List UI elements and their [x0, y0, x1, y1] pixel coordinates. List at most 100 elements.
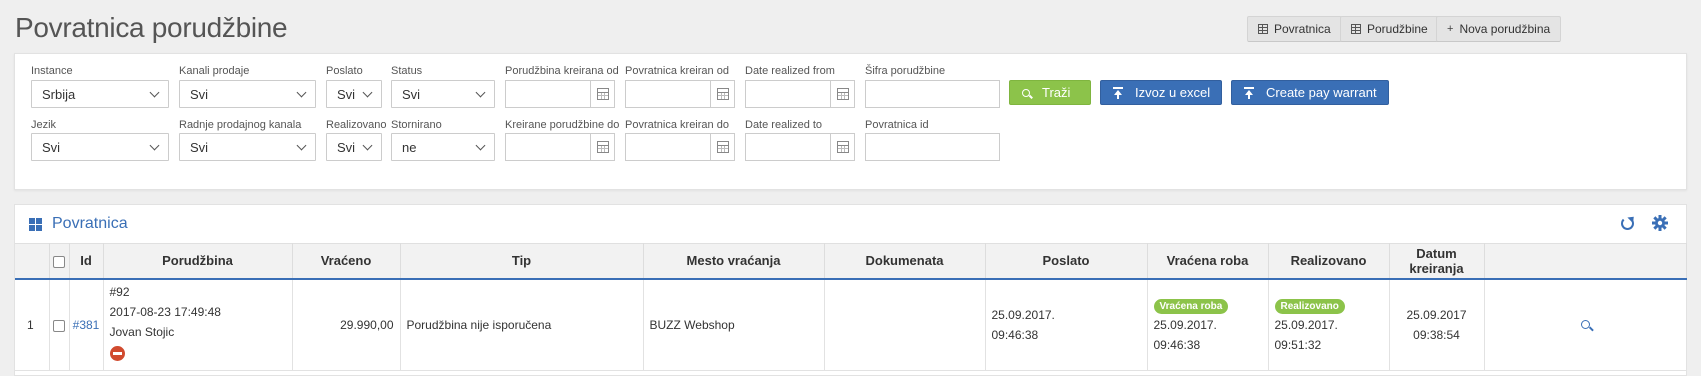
- stornirano-select[interactable]: ne: [391, 133, 495, 161]
- row-vracena-roba: Vraćena roba 25.09.2017. 09:46:38: [1147, 278, 1269, 371]
- date-realized-to-input[interactable]: [745, 133, 855, 161]
- cancel-icon[interactable]: [109, 346, 125, 362]
- stornirano-value: ne: [402, 139, 417, 155]
- calendar-icon: [596, 141, 609, 153]
- datum-time: 09:38:54: [1413, 327, 1460, 342]
- stornirano-label: Stornirano: [391, 119, 442, 131]
- header-vracena-roba[interactable]: Vraćena roba: [1147, 243, 1269, 280]
- radnje-select[interactable]: Svi: [179, 133, 316, 161]
- header-poslato[interactable]: Poslato: [985, 243, 1148, 280]
- datum-date: 25.09.2017: [1406, 307, 1467, 322]
- povratnica-button[interactable]: Povratnica: [1247, 16, 1342, 42]
- row-vraceno: 29.990,00: [292, 278, 401, 371]
- kreirane-do-input[interactable]: [505, 133, 615, 161]
- calendar-button[interactable]: [710, 81, 734, 107]
- header-mesto[interactable]: Mesto vraćanja: [643, 243, 825, 280]
- povratnica-table: Id Porudžbina Vraćeno Tip Mesto vraćanja…: [15, 243, 1687, 371]
- select-all-checkbox[interactable]: [53, 255, 65, 268]
- calendar-button[interactable]: [590, 81, 614, 107]
- porudzbina-kreirana-od-input[interactable]: [505, 80, 615, 108]
- header-id[interactable]: Id: [69, 243, 104, 280]
- date-realized-from-label: Date realized from: [745, 65, 835, 77]
- row-tip: Porudžbina nije isporučena: [400, 278, 644, 371]
- realizovano-value: Svi: [337, 139, 356, 155]
- chevron-down-icon: [362, 87, 373, 97]
- nova-porudzbina-button[interactable]: + Nova porudžbina: [1436, 16, 1562, 42]
- header-vraceno[interactable]: Vraćeno: [292, 243, 401, 280]
- poslato-select[interactable]: Svi: [326, 80, 382, 108]
- row-id-link[interactable]: #381: [73, 318, 100, 332]
- grid-icon: [1258, 24, 1268, 34]
- povratnica-kreiran-do-input[interactable]: [625, 133, 735, 161]
- izvoz-excel-button[interactable]: Izvoz u excel: [1100, 80, 1222, 105]
- chevron-down-icon: [149, 87, 160, 97]
- povratnica-kreiran-od-input[interactable]: [625, 80, 735, 108]
- header-tip[interactable]: Tip: [400, 243, 644, 280]
- header-datum[interactable]: Datum kreiranja: [1389, 243, 1485, 280]
- row-datum: 25.09.2017 09:38:54: [1389, 278, 1485, 371]
- realizovano-date: 25.09.2017.: [1274, 317, 1338, 332]
- instance-label: Instance: [31, 65, 73, 77]
- calendar-button[interactable]: [590, 134, 614, 160]
- radnje-label: Radnje prodajnog kanala: [179, 119, 302, 131]
- kanali-select[interactable]: Svi: [179, 80, 316, 108]
- povratnica-id-input[interactable]: [865, 133, 1000, 161]
- instance-select[interactable]: Srbija: [31, 80, 169, 108]
- pay-warrant-label: Create pay warrant: [1266, 85, 1377, 100]
- povratnica-panel: Povratnica Id Porudžbina Vraćeno Tip Mes…: [14, 204, 1687, 376]
- radnje-value: Svi: [190, 139, 209, 155]
- kanali-value: Svi: [190, 86, 209, 102]
- customer-name: Jovan Stojic: [109, 325, 175, 340]
- upload-icon: [1113, 86, 1123, 99]
- view-details-icon[interactable]: [1580, 319, 1590, 329]
- realizovano-label: Realizovano: [326, 119, 387, 131]
- date-realized-to-label: Date realized to: [745, 119, 823, 131]
- create-pay-warrant-button[interactable]: Create pay warrant: [1231, 80, 1389, 105]
- row-number: 1: [15, 278, 50, 371]
- header-dokumenata[interactable]: Dokumenata: [824, 243, 986, 280]
- poslato-value: Svi: [337, 86, 356, 102]
- trazi-button[interactable]: Traži: [1009, 80, 1091, 105]
- povratnica-id-label: Povratnica id: [865, 119, 929, 131]
- filter-panel: Instance Kanali prodaje Poslato Status P…: [14, 53, 1687, 190]
- gear-icon[interactable]: [1652, 215, 1668, 231]
- calendar-button[interactable]: [830, 81, 854, 107]
- vracena-time: 09:46:38: [1153, 337, 1201, 352]
- row-dokumenata: [824, 278, 986, 371]
- tiles-icon: [29, 217, 42, 231]
- poslato-time: 09:46:38: [991, 327, 1039, 342]
- header-select-all[interactable]: [49, 243, 70, 280]
- order-number: #92: [109, 285, 130, 300]
- jezik-label: Jezik: [31, 119, 57, 131]
- poslato-label: Poslato: [326, 65, 363, 77]
- header-num: [15, 243, 50, 280]
- header-realizovano[interactable]: Realizovano: [1268, 243, 1390, 280]
- jezik-select[interactable]: Svi: [31, 133, 169, 161]
- row-checkbox[interactable]: [53, 319, 65, 332]
- chevron-down-icon: [362, 140, 373, 150]
- realizovano-select[interactable]: Svi: [326, 133, 382, 161]
- vracena-date: 25.09.2017.: [1153, 317, 1217, 332]
- porudzbine-button[interactable]: Porudžbine: [1340, 16, 1439, 42]
- row-select-cell[interactable]: [49, 278, 70, 371]
- status-select[interactable]: Svi: [391, 80, 495, 108]
- povratnica-button-label: Povratnica: [1274, 22, 1331, 36]
- calendar-icon: [836, 141, 849, 153]
- table-row: 1 #381 #92 2017-08-23 17:49:48 Jovan Sto…: [15, 278, 1687, 371]
- refresh-icon[interactable]: [1621, 217, 1634, 230]
- poslato-date: 25.09.2017.: [991, 307, 1055, 322]
- row-porudzbina: #92 2017-08-23 17:49:48 Jovan Stojic: [103, 278, 293, 371]
- kreirane-do-label: Kreirane porudžbine do: [505, 119, 620, 131]
- realizovano-badge: Realizovano: [1274, 298, 1345, 314]
- calendar-button[interactable]: [830, 134, 854, 160]
- chevron-down-icon: [296, 87, 307, 97]
- upload-icon: [1244, 86, 1254, 99]
- status-value: Svi: [402, 86, 421, 102]
- vracena-roba-badge: Vraćena roba: [1153, 298, 1229, 314]
- chevron-down-icon: [296, 140, 307, 150]
- header-porudzbina[interactable]: Porudžbina: [103, 243, 293, 280]
- sifra-input[interactable]: [865, 80, 1000, 108]
- calendar-button[interactable]: [710, 134, 734, 160]
- date-realized-from-input[interactable]: [745, 80, 855, 108]
- search-icon: [1022, 88, 1030, 97]
